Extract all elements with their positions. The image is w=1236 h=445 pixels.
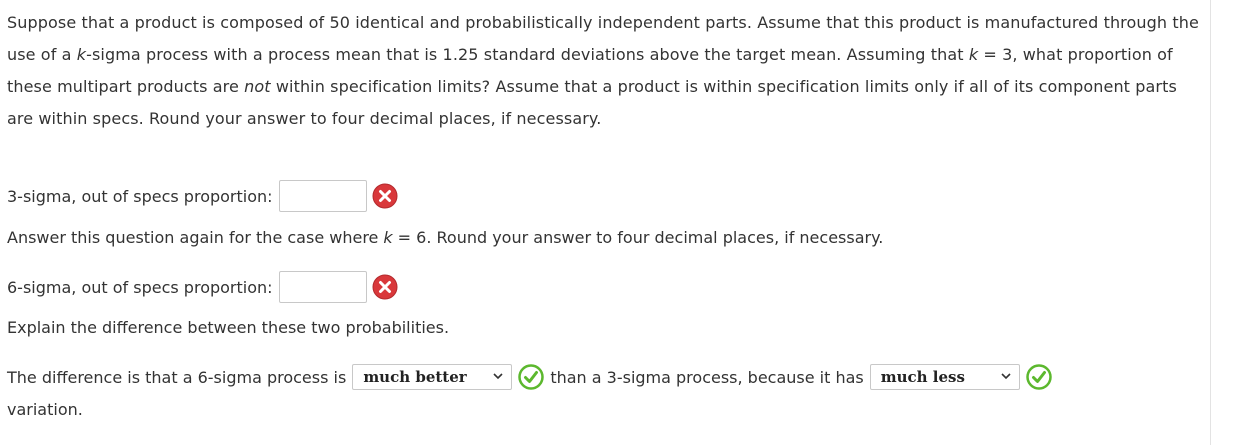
again-prefix: Answer this question again for the case …: [7, 228, 379, 247]
incorrect-icon: [372, 274, 398, 300]
k-variable: k: [76, 45, 87, 64]
better-worse-select[interactable]: much better: [352, 364, 513, 390]
three-sigma-label: 3-sigma, out of specs proportion:: [7, 186, 273, 206]
sentence-part-3: variation.: [7, 400, 83, 419]
three-sigma-row: 3-sigma, out of specs proportion:: [7, 180, 398, 212]
select-value: much less: [880, 368, 965, 386]
not-word: not: [244, 77, 271, 96]
sentence-part-2: than a 3-sigma process, because it has: [550, 367, 864, 387]
chevron-down-icon: [493, 373, 503, 380]
correct-icon: [1026, 364, 1052, 390]
three-sigma-input[interactable]: [278, 180, 367, 212]
sentence-end-row: variation.: [7, 400, 83, 419]
k-variable: k: [383, 228, 393, 247]
difference-sentence: The difference is that a 6-sigma process…: [7, 364, 1052, 390]
again-suffix: = 6. Round your answer to four decimal p…: [397, 228, 884, 247]
sentence-part-1: The difference is that a 6-sigma process…: [7, 367, 347, 387]
right-border: [1210, 0, 1211, 445]
explain-prompt: Explain the difference between these two…: [7, 318, 449, 337]
question-part-2: -sigma process with a process mean that …: [86, 45, 969, 64]
chevron-down-icon: [1001, 373, 1011, 380]
six-sigma-input[interactable]: [278, 271, 367, 303]
variation-select[interactable]: much less: [869, 364, 1020, 390]
six-sigma-row: 6-sigma, out of specs proportion:: [7, 271, 398, 303]
explain-text: Explain the difference between these two…: [7, 318, 450, 337]
six-sigma-label: 6-sigma, out of specs proportion:: [7, 277, 273, 297]
again-prompt: Answer this question again for the case …: [7, 228, 883, 247]
k-variable: k: [968, 45, 979, 64]
incorrect-icon: [372, 183, 398, 209]
correct-icon: [518, 364, 545, 390]
select-value: much better: [363, 368, 467, 386]
question-text: Suppose that a product is composed of 50…: [7, 7, 1202, 135]
